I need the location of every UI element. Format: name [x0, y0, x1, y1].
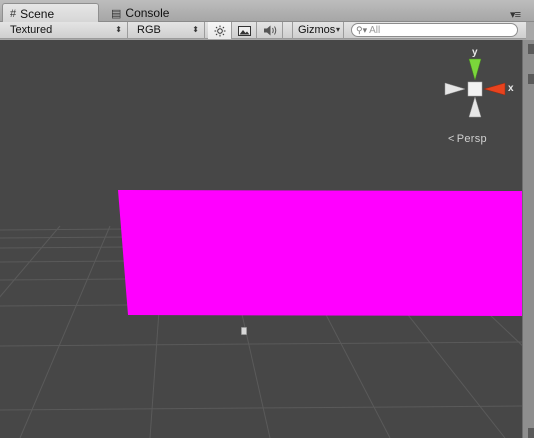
chevron-down-icon: ▾ [335, 25, 340, 34]
console-icon: ▤ [111, 7, 122, 20]
object-icon[interactable] [241, 327, 247, 335]
tab-console-label: Console [125, 6, 170, 20]
orientation-gizmo[interactable]: y x [440, 45, 522, 135]
render-mode-dropdown[interactable]: Textured ⬍ [3, 22, 128, 39]
neg-y-axis-cone[interactable] [468, 96, 482, 118]
scene-lighting-toggle[interactable] [208, 22, 232, 39]
projection-toggle[interactable]: < Persp [448, 133, 487, 145]
gizmos-dropdown[interactable]: Gizmos ▾ [292, 22, 344, 39]
vertical-scrollbar[interactable] [522, 40, 534, 438]
tab-scene[interactable]: # Scene [2, 3, 99, 23]
x-axis-cone[interactable] [483, 82, 506, 96]
grid-icon: # [10, 7, 17, 20]
image-icon [238, 25, 251, 36]
scrollbar-mark [528, 44, 534, 54]
sun-icon [214, 25, 225, 36]
gizmos-label: Gizmos [298, 24, 336, 36]
color-channel-dropdown[interactable]: RGB ⬍ [130, 22, 205, 39]
tab-strip: # Scene ▤ Console ▾≡ [0, 0, 534, 23]
gizmo-center-cube[interactable] [467, 81, 483, 97]
scene-toolbar: Textured ⬍ RGB ⬍ Gizmos ▾ ⚲▾ All [0, 22, 526, 39]
scrollbar-mark [528, 74, 534, 84]
scrollbar-mark [528, 428, 534, 438]
color-channel-value: RGB [137, 24, 161, 36]
tab-scene-label: Scene [20, 6, 55, 21]
neg-x-axis-cone[interactable] [444, 82, 466, 96]
scene-effects-toggle[interactable] [233, 22, 257, 39]
x-axis-label: x [508, 83, 514, 94]
search-field[interactable]: ⚲▾ [351, 23, 518, 37]
perspective-icon: < [448, 133, 455, 145]
speaker-icon [263, 25, 276, 36]
scene-audio-toggle[interactable] [258, 22, 283, 39]
tab-console[interactable]: ▤ Console [109, 4, 199, 22]
projection-label: Persp [456, 133, 487, 145]
y-axis-label: y [472, 47, 478, 58]
menu-icon[interactable]: ▾≡ [510, 8, 521, 21]
scene-editor-window: # Scene ▤ Console ▾≡ Textured ⬍ RGB ⬍ Gi… [0, 0, 534, 438]
search-input[interactable] [369, 24, 505, 36]
updown-arrow-icon: ⬍ [192, 25, 199, 34]
magenta-plane[interactable] [118, 190, 522, 316]
y-axis-cone[interactable] [468, 58, 482, 81]
search-icon: ⚲▾ [356, 24, 368, 35]
updown-arrow-icon: ⬍ [115, 25, 122, 34]
render-mode-value: Textured [10, 24, 53, 36]
